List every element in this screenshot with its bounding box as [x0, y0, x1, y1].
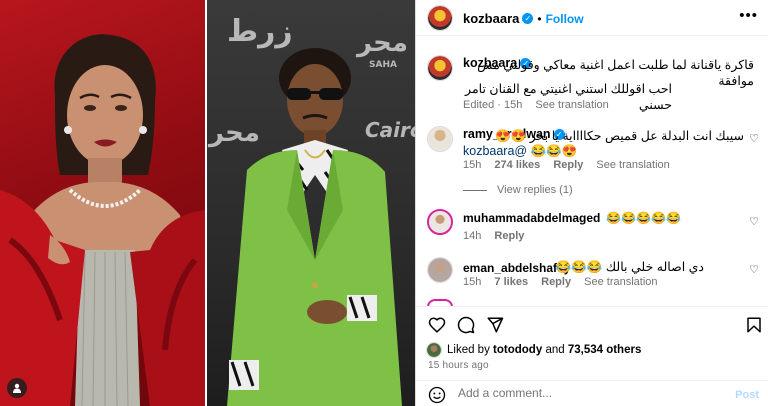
like-heart-icon[interactable]	[428, 316, 446, 334]
post-author-username[interactable]: kozbaara	[463, 11, 519, 26]
post-side-panel: kozbaara ✓ • Follow ••• kozbaara ✓ قاكرة…	[415, 0, 768, 406]
person-icon	[13, 383, 21, 393]
comment-meta: 15h 274 likes Reply See translation	[463, 159, 680, 171]
man-illustration	[227, 48, 402, 406]
caption-edited-time: Edited · 15h	[463, 99, 523, 111]
reply-button[interactable]: Reply	[553, 159, 583, 171]
liked-by-summary: Liked by totodody and 73,534 others	[426, 342, 641, 358]
comment-time: 14h	[463, 230, 482, 242]
see-translation-link[interactable]: See translation	[535, 99, 608, 111]
comment-meta: 14h Reply	[463, 230, 534, 242]
post-header: kozbaara ✓ • Follow •••	[416, 0, 768, 36]
see-translation-link[interactable]: See translation	[596, 159, 669, 171]
liked-by-user[interactable]: totodody	[493, 344, 542, 356]
avatar[interactable]	[427, 5, 453, 31]
tagged-users-button[interactable]	[7, 378, 27, 398]
comment-time: 15h	[463, 276, 482, 288]
avatar[interactable]	[427, 126, 453, 152]
action-bar	[416, 306, 768, 340]
avatar[interactable]	[426, 342, 442, 358]
like-comment-heart-icon[interactable]: ♡	[749, 132, 759, 145]
like-comment-heart-icon[interactable]: ♡	[749, 215, 759, 228]
post-media[interactable]: زرط محر SAHA محر Cairo	[0, 0, 415, 406]
comment-username[interactable]: eman_abdelshafey	[463, 261, 570, 275]
like-comment-heart-icon[interactable]: ♡	[749, 263, 759, 276]
verified-badge-icon: ✓	[522, 13, 534, 24]
comment-time: 15h	[463, 159, 482, 171]
mention-link[interactable]: kozbaara@	[463, 144, 527, 158]
share-paper-plane-icon[interactable]	[486, 316, 504, 334]
more-options-icon[interactable]: •••	[739, 8, 758, 23]
avatar[interactable]	[427, 257, 453, 283]
see-translation-link[interactable]: See translation	[584, 276, 657, 288]
comment-text: سيبك انت البدلة عل قميص حكااااية يا بحر …	[495, 129, 744, 143]
comment-likes[interactable]: 274 likes	[494, 159, 540, 171]
comment-likes[interactable]: 7 likes	[494, 276, 528, 288]
view-replies-label: View replies (1)	[497, 184, 573, 196]
caption-meta: Edited · 15h See translation	[463, 99, 619, 111]
separator-dot: •	[537, 11, 542, 26]
follow-button[interactable]: Follow	[546, 12, 584, 26]
comment-username[interactable]: muhammadabdelmaged	[463, 211, 600, 225]
woman-illustration	[0, 34, 205, 406]
reply-button[interactable]: Reply	[494, 230, 524, 242]
photo-woman-red-dress	[0, 0, 205, 406]
comment-text: دي اصاله خلي بالك 😂😂😂	[555, 260, 704, 274]
reply-button[interactable]: Reply	[541, 276, 571, 288]
photo-man-green-suit: زرط محر SAHA محر Cairo	[207, 0, 415, 406]
add-comment-bar: Post	[416, 380, 768, 406]
comment-meta: 15h 7 likes Reply See translation	[463, 276, 668, 288]
comment-input[interactable]	[458, 386, 718, 400]
emoji-smiley-icon[interactable]	[428, 386, 446, 404]
comment-emojis: 😂😂😍	[530, 144, 578, 158]
liked-by-prefix: Liked by	[447, 344, 490, 356]
save-bookmark-icon[interactable]	[745, 316, 763, 334]
avatar[interactable]	[427, 55, 453, 81]
post-comment-button[interactable]: Post	[735, 389, 759, 401]
avatar[interactable]	[427, 209, 453, 235]
comment-bubble-icon[interactable]	[457, 316, 475, 334]
view-replies-button[interactable]: View replies (1)	[463, 184, 573, 196]
replies-line	[463, 189, 487, 191]
liked-by-count[interactable]: 73,534 others	[568, 344, 642, 356]
comment-text: 😂😂😂😂😂	[606, 211, 682, 225]
liked-by-and: and	[545, 344, 565, 356]
post-timestamp[interactable]: 15 hours ago	[428, 360, 489, 371]
